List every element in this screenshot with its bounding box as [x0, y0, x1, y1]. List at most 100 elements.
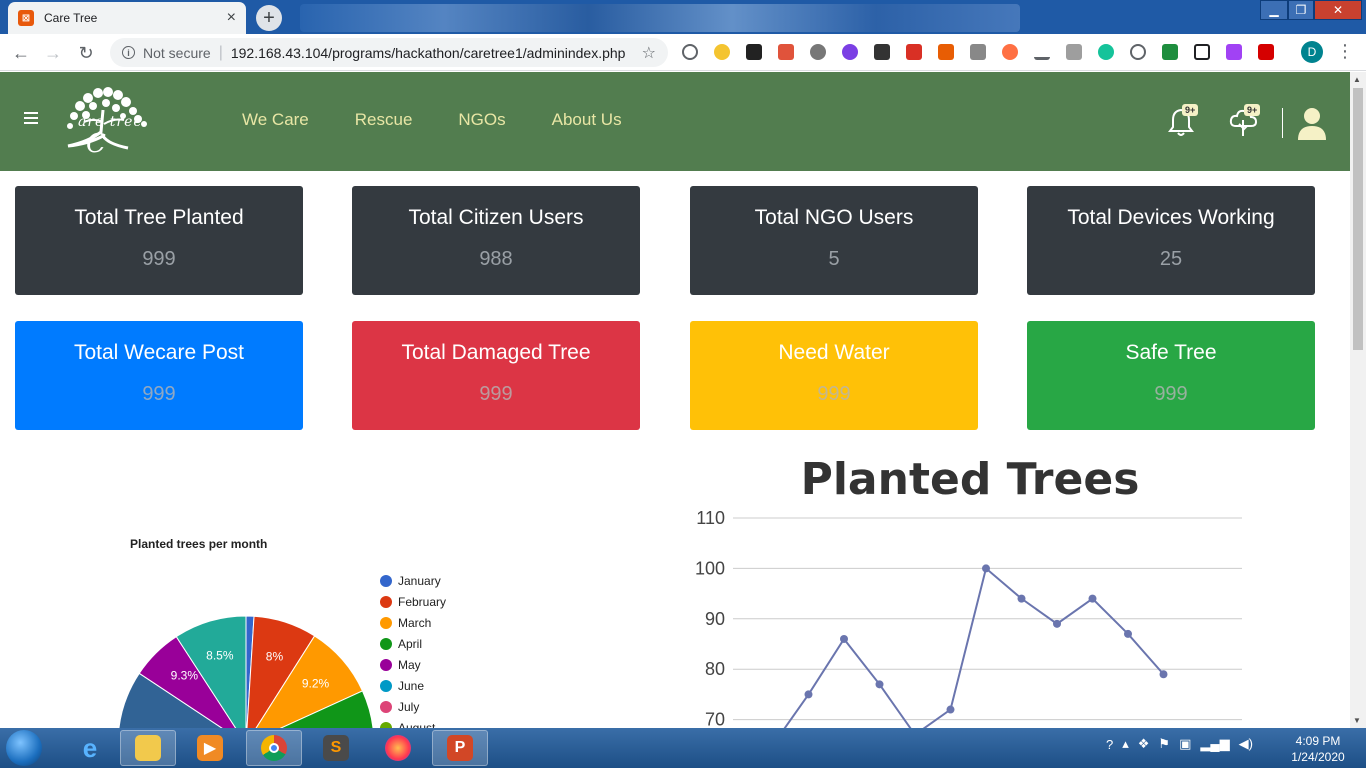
forward-arrow-icon[interactable]: →	[42, 42, 64, 64]
orange-ext-icon[interactable]	[1002, 44, 1018, 60]
stat-value: 999	[142, 383, 176, 405]
pie-legend: January February March April May June July Augu…	[380, 570, 446, 728]
scroll-down-arrow-icon[interactable]: ▼	[1353, 716, 1361, 725]
profile-avatar[interactable]: D	[1301, 41, 1323, 63]
legend-item[interactable]: May	[380, 654, 446, 675]
device-icon[interactable]: ▣	[1179, 736, 1191, 752]
stat-card-ngo-users[interactable]: Total NGO Users 5	[690, 186, 978, 295]
stat-card-citizen-users[interactable]: Total Citizen Users 988	[352, 186, 640, 295]
legend-item[interactable]: July	[380, 696, 446, 717]
legend-label: August	[398, 720, 436, 729]
taskbar-ie[interactable]: e	[62, 730, 118, 766]
nav-rescue[interactable]: Rescue	[355, 110, 413, 130]
k2-ext-icon[interactable]	[970, 44, 986, 60]
network-signal-icon[interactable]: ▂▄▆	[1200, 736, 1229, 752]
legend-item[interactable]: June	[380, 675, 446, 696]
window-close-button[interactable]: ✕	[1314, 0, 1362, 20]
stat-card-wecare-posts[interactable]: Total Wecare Post 999	[15, 321, 303, 430]
cast-ext-icon[interactable]	[1066, 44, 1082, 60]
reload-icon[interactable]: ↻	[75, 42, 97, 64]
windows-taskbar: e ▶ S P ? ▴ ❖ ⚑ ▣ ▂▄▆ ◀) 4:09 PM 1/24/20…	[0, 728, 1366, 768]
taskbar-sublime[interactable]: S	[308, 730, 364, 766]
taskbar-powerpoint[interactable]: P	[432, 730, 488, 766]
window-ext-icon[interactable]	[1194, 44, 1210, 60]
legend-item[interactable]: March	[380, 612, 446, 633]
taskbar-chrome[interactable]	[246, 730, 302, 766]
hamburger-menu-icon[interactable]	[24, 112, 38, 127]
nav-we-care[interactable]: We Care	[242, 110, 309, 130]
color-ext-icon[interactable]	[842, 44, 858, 60]
volume-icon[interactable]: ◀)	[1239, 736, 1253, 752]
legend-swatch	[380, 700, 392, 713]
legend-item[interactable]: August	[380, 717, 446, 728]
pdf-ext-icon[interactable]	[906, 44, 922, 60]
scroll-thumb[interactable]	[1353, 88, 1363, 350]
stat-card-need-water[interactable]: Need Water 999	[690, 321, 978, 430]
stat-card-safe-tree[interactable]: Safe Tree 999	[1027, 321, 1315, 430]
tab-close-icon[interactable]: ×	[227, 9, 236, 27]
info-icon[interactable]: i	[122, 46, 135, 59]
legend-swatch	[380, 679, 392, 692]
line-point	[1053, 619, 1061, 628]
y-tick-label: 110	[696, 508, 725, 528]
legend-item[interactable]: January	[380, 570, 446, 591]
user-account-icon[interactable]	[1297, 106, 1327, 140]
legend-item[interactable]: April	[380, 633, 446, 654]
gear-ext-icon[interactable]	[810, 44, 826, 60]
selenium-ext-icon[interactable]	[874, 44, 890, 60]
stat-card-trees-planted[interactable]: Total Tree Planted 999	[15, 186, 303, 295]
pdf3-ext-icon[interactable]	[1258, 44, 1274, 60]
k-ext-icon[interactable]	[746, 44, 762, 60]
window-minimize-button[interactable]: ▁	[1260, 0, 1288, 20]
back-arrow-icon[interactable]: ←	[10, 42, 32, 64]
download-icon[interactable]	[1034, 44, 1050, 60]
pen-ext-icon[interactable]	[938, 44, 954, 60]
line-point	[875, 680, 884, 689]
line-chart[interactable]: 70 80 90 100 110	[680, 508, 1280, 728]
logo-text: are tree	[78, 114, 143, 130]
action-center-flag-icon[interactable]: ⚑	[1158, 736, 1170, 752]
chat-ext-icon[interactable]	[1130, 44, 1146, 60]
stat-card-damaged-tree[interactable]: Total Damaged Tree 999	[352, 321, 640, 430]
legend-swatch	[380, 637, 392, 650]
stat-title: Total NGO Users	[754, 206, 914, 229]
stat-value: 5	[828, 248, 840, 270]
new-tab-button[interactable]: +	[256, 5, 282, 31]
nav-about-us[interactable]: About Us	[552, 110, 622, 130]
menu-kebab-icon[interactable]: ⋮	[1336, 42, 1354, 60]
stat-card-devices-working[interactable]: Total Devices Working 25	[1027, 186, 1315, 295]
media-player-icon: ▶	[197, 735, 223, 761]
y-tick-label: 100	[695, 558, 725, 578]
taskbar-media-player[interactable]: ▶	[182, 730, 238, 766]
notifications-bell-icon[interactable]: 9+	[1166, 104, 1199, 138]
tree-alert-icon[interactable]: 9+	[1228, 104, 1261, 138]
page-scrollbar[interactable]: ▲ ▼	[1350, 72, 1366, 728]
grammarly-ext-icon[interactable]	[1098, 44, 1114, 60]
scroll-up-arrow-icon[interactable]: ▲	[1353, 75, 1361, 84]
classroom-ext-icon[interactable]	[1162, 44, 1178, 60]
tray-expand-icon[interactable]: ▴	[1122, 736, 1129, 752]
speed-ext-icon[interactable]	[682, 44, 698, 60]
help-icon[interactable]: ?	[1106, 737, 1113, 752]
line-chart-title: Planted Trees	[800, 454, 1140, 505]
address-bar[interactable]: i Not secure | 192.168.43.104/programs/h…	[110, 38, 668, 67]
dropbox-icon[interactable]: ❖	[1138, 736, 1150, 752]
taskbar-clock[interactable]: 4:09 PM 1/24/2020	[1288, 733, 1348, 765]
start-button-icon[interactable]	[6, 730, 42, 766]
legend-item[interactable]: February	[380, 591, 446, 612]
moon-ext-icon[interactable]	[714, 44, 730, 60]
url-text[interactable]: 192.168.43.104/programs/hackathon/caretr…	[231, 45, 642, 61]
browser-tab[interactable]: ⊠ Care Tree ×	[8, 2, 246, 34]
pie-chart[interactable]: 8.5% 8% 9.2% 9.3%	[100, 608, 400, 728]
internet-explorer-icon: e	[82, 732, 98, 763]
photo-ext-icon[interactable]	[778, 44, 794, 60]
window-maximize-button[interactable]: ❐	[1288, 0, 1314, 20]
nav-ngos[interactable]: NGOs	[458, 110, 505, 130]
system-tray: ? ▴ ❖ ⚑ ▣ ▂▄▆ ◀)	[1106, 736, 1253, 752]
taskbar-firefox[interactable]	[370, 730, 426, 766]
taskbar-explorer[interactable]	[120, 730, 176, 766]
stat-title: Total Damaged Tree	[401, 341, 591, 364]
bookmark-star-icon[interactable]: ☆	[642, 43, 656, 63]
header-divider	[1282, 108, 1283, 138]
pdf2-ext-icon[interactable]	[1226, 44, 1242, 60]
